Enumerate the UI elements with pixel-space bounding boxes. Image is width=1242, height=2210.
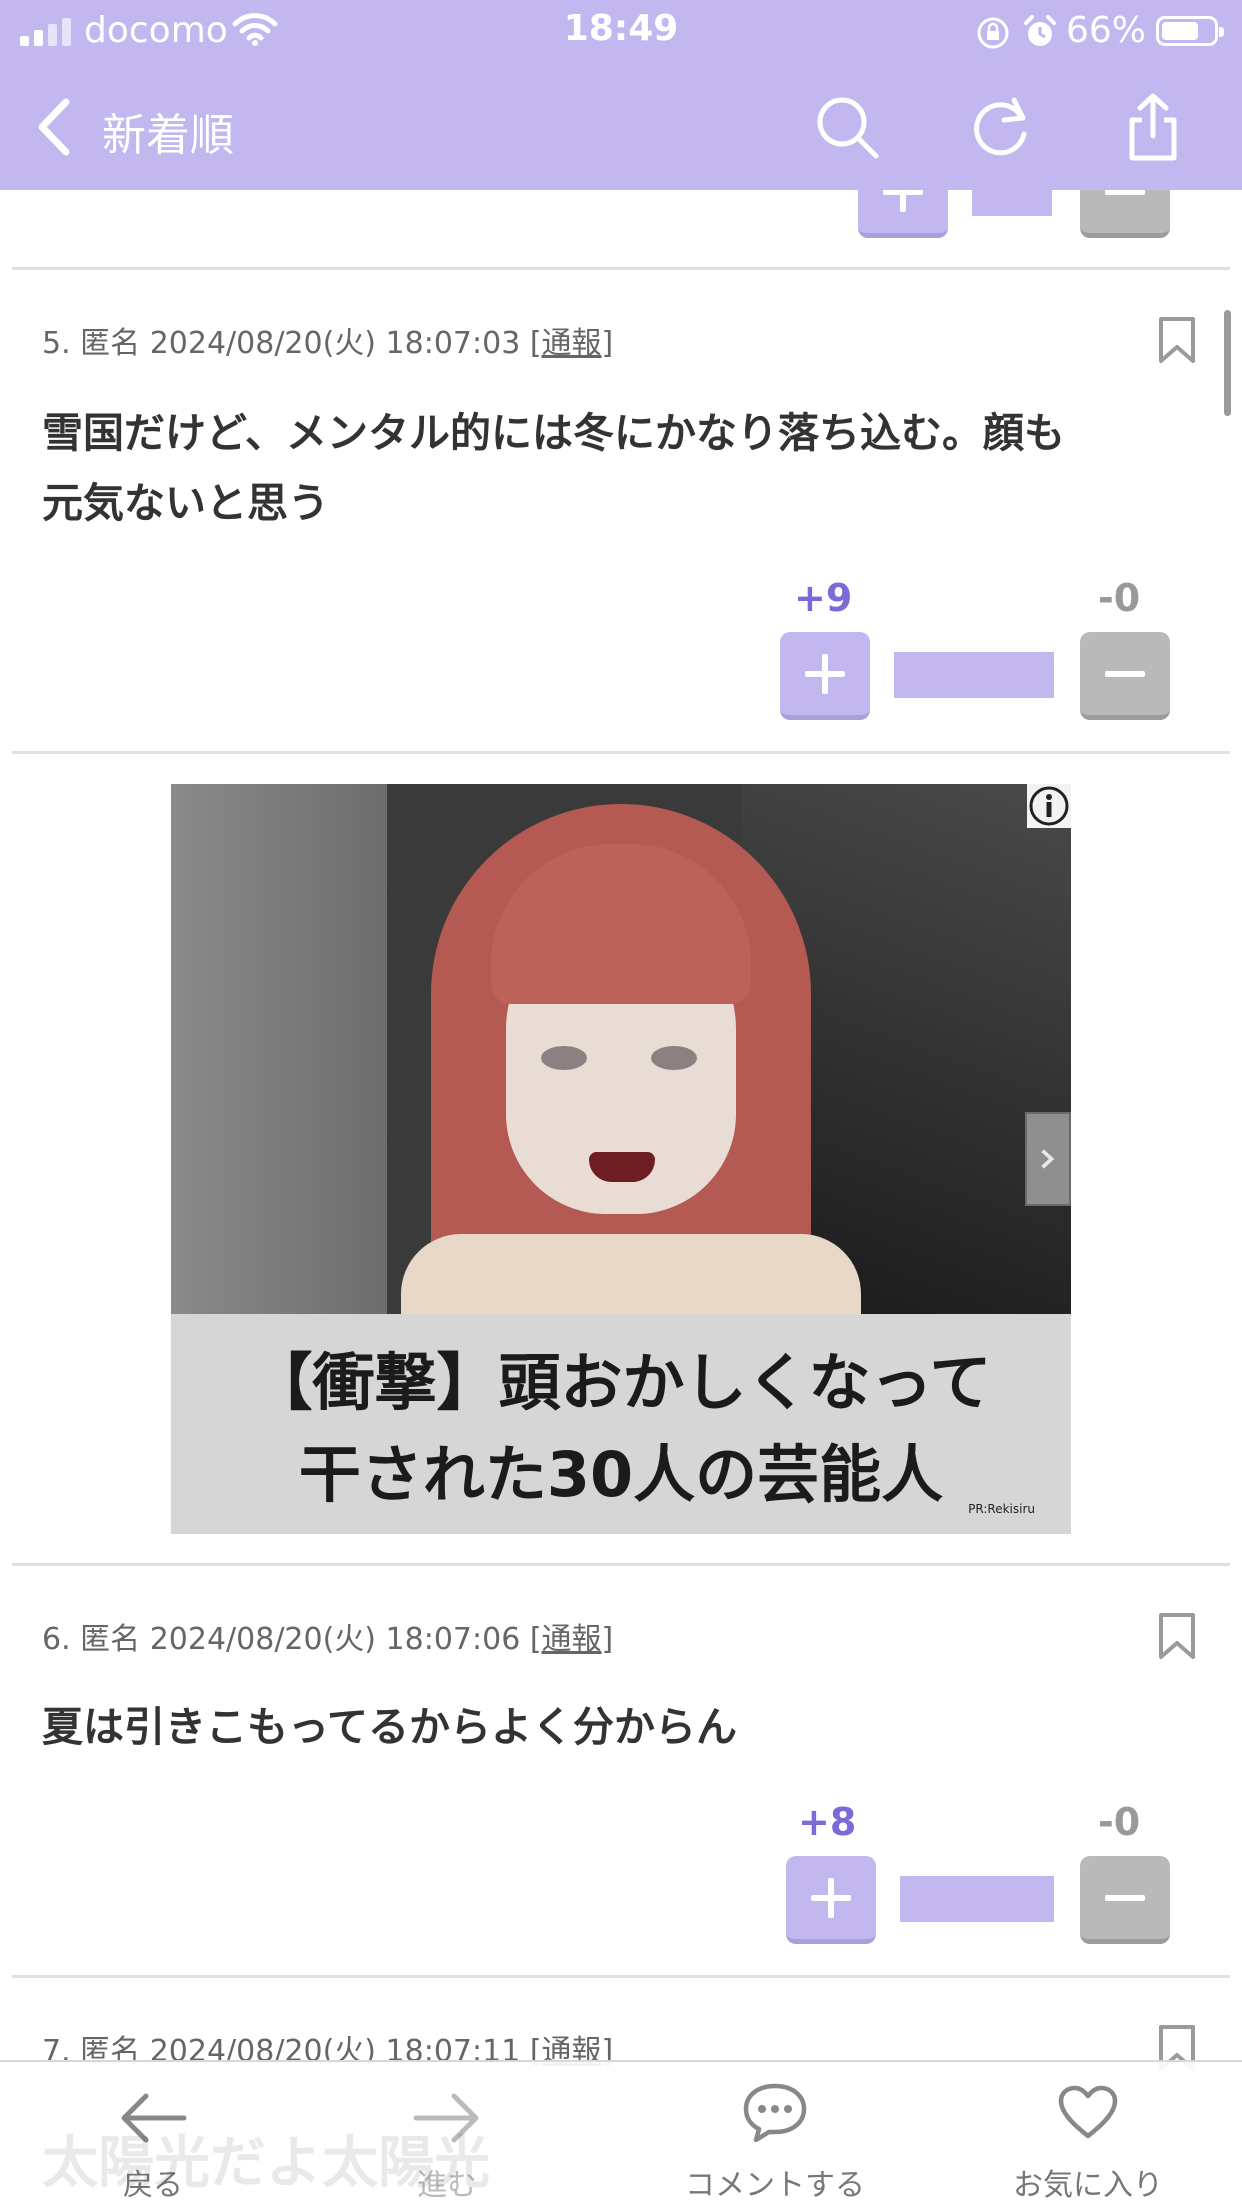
post-divider — [12, 267, 1230, 270]
alarm-icon — [1024, 15, 1056, 46]
toolbar-favorite-button[interactable]: お気に入り — [1000, 2062, 1176, 2210]
toolbar-comment-button[interactable]: コメントする — [666, 2062, 884, 2210]
post-body: 夏は引きこもってるからよく分からん — [42, 1703, 737, 1751]
page-title: 新着順 — [102, 110, 234, 161]
report-link[interactable]: 通報 — [542, 1622, 602, 1657]
minus-icon — [1105, 1895, 1145, 1901]
comment-icon — [743, 2083, 807, 2143]
refresh-icon[interactable] — [966, 92, 1036, 162]
bookmark-icon[interactable] — [1158, 316, 1196, 364]
minus-count: -0 — [1098, 576, 1141, 620]
status-bar: docomo 18:49 66% — [0, 0, 1242, 64]
chevron-right-icon[interactable] — [1025, 1112, 1071, 1206]
share-icon[interactable] — [1118, 92, 1188, 162]
ad-caption-line2: 干された30人の芸能人 — [298, 1438, 944, 1511]
post-meta: 5. 匿名 2024/08/20(火) 18:07:03 [通報] — [42, 326, 614, 361]
plus-vote-button[interactable] — [780, 632, 870, 720]
ad-caption-line1: 【衝撃】頭おかしくなって — [250, 1346, 992, 1419]
minus-vote-button[interactable] — [1080, 632, 1170, 720]
minus-count: -0 — [1098, 1800, 1141, 1844]
top-bar: docomo 18:49 66% 新着順 — [0, 0, 1242, 190]
vote-ratio-bar — [894, 652, 1054, 698]
heart-icon — [1058, 2085, 1118, 2139]
battery-percent: 66% — [1066, 10, 1147, 51]
nav-bar: 新着順 — [0, 64, 1242, 190]
minus-vote-button[interactable] — [1080, 1856, 1170, 1944]
rotation-lock-icon — [977, 17, 1009, 49]
ad-banner[interactable]: 【衝撃】頭おかしくなって 干された30人の芸能人 PR:Rekisiru — [171, 784, 1071, 1534]
battery-icon — [1156, 16, 1224, 46]
info-icon[interactable] — [1027, 784, 1071, 828]
post-body-behind-toolbar: 太陽光だよ太陽光 — [42, 2131, 490, 2196]
post-divider — [12, 751, 1230, 754]
bookmark-icon[interactable] — [1158, 1612, 1196, 1660]
plus-vote-button[interactable] — [786, 1856, 876, 1944]
post-meta: 6. 匿名 2024/08/20(火) 18:07:06 [通報] — [42, 1622, 614, 1657]
post-body: 雪国だけど、メンタル的には冬にかなり落ち込む。顔も 元気ないと思う — [42, 409, 1065, 527]
vote-ratio-bar — [900, 1876, 1054, 1922]
post-divider — [12, 1975, 1230, 1978]
back-chevron-icon[interactable] — [30, 96, 80, 158]
plus-count: +8 — [798, 1800, 857, 1844]
scrollbar[interactable] — [1224, 310, 1231, 416]
ad-pr-label: PR:Rekisiru — [968, 1502, 1035, 1516]
report-link[interactable]: 通報 — [542, 326, 602, 361]
plus-count: +9 — [794, 576, 853, 620]
search-icon[interactable] — [812, 92, 882, 162]
post-divider — [12, 1563, 1230, 1566]
minus-icon — [1105, 671, 1145, 677]
